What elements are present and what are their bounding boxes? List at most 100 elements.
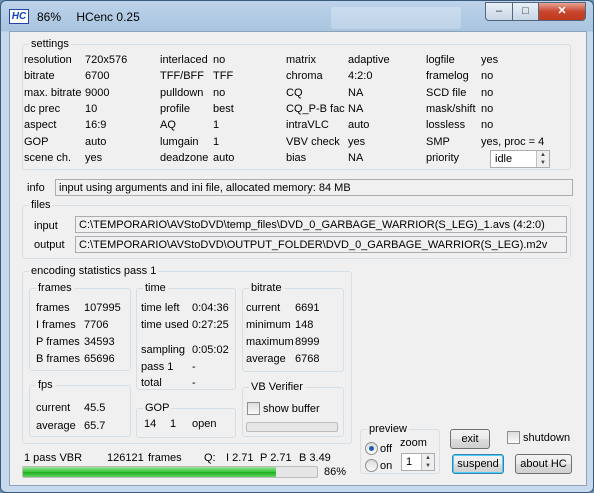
frames-stat-value: 34593 bbox=[84, 336, 115, 348]
setting-label: dc prec bbox=[24, 102, 61, 115]
setting-value: 10 bbox=[85, 102, 98, 115]
input-label: input bbox=[34, 220, 58, 232]
priority-select[interactable]: idle ▲ ▼ bbox=[490, 150, 550, 168]
frames-stat-label: P frames bbox=[36, 336, 80, 348]
setting-label: aspect bbox=[24, 119, 57, 132]
setting-label: SMP bbox=[426, 135, 450, 148]
window-title: 86% HCenc 0.25 bbox=[37, 10, 152, 24]
preview-on-radio[interactable] bbox=[365, 459, 378, 472]
setting-value: no bbox=[481, 70, 494, 83]
setting-value: auto bbox=[85, 135, 107, 148]
fps-stat-value: 65.7 bbox=[84, 420, 106, 432]
setting-label: CQ bbox=[286, 86, 303, 99]
show-buffer-checkbox[interactable] bbox=[247, 402, 260, 415]
title-percent: 86% bbox=[37, 10, 62, 24]
time-stat-label: pass 1 bbox=[141, 360, 174, 373]
about-button[interactable]: about HC bbox=[515, 454, 572, 474]
bitrate-stat-label: current bbox=[246, 302, 281, 314]
setting-value: adaptive bbox=[348, 54, 390, 66]
bitrate-stat-value: 8999 bbox=[295, 336, 320, 348]
shutdown-label: shutdown bbox=[523, 432, 571, 444]
setting-value: best bbox=[213, 102, 234, 115]
close-button[interactable]: ✕ bbox=[538, 2, 586, 21]
fps-stat-label: current bbox=[36, 402, 71, 414]
setting-value: TFF bbox=[213, 70, 234, 83]
setting-label: pulldown bbox=[160, 86, 204, 99]
setting-label: framelog bbox=[426, 70, 469, 83]
preview-off-radio[interactable] bbox=[365, 442, 378, 455]
setting-label: VBV check bbox=[286, 135, 340, 148]
minimize-button[interactable]: – bbox=[485, 2, 513, 21]
setting-label: priority bbox=[426, 151, 460, 164]
exit-button[interactable]: exit bbox=[450, 429, 490, 449]
frames-count: 126121 bbox=[107, 452, 144, 464]
suspend-button[interactable]: suspend bbox=[452, 454, 504, 474]
show-buffer-label: show buffer bbox=[263, 403, 320, 415]
title-app-name: HCenc 0.25 bbox=[76, 10, 140, 24]
maximize-button[interactable]: □ bbox=[512, 2, 539, 21]
time-stat-value: - bbox=[192, 360, 196, 373]
app-window: HC 86% HCenc 0.25 – □ ✕ settings resolut… bbox=[0, 0, 594, 493]
setting-label: GOP bbox=[24, 135, 49, 148]
setting-value: yes, proc = 4 bbox=[481, 135, 545, 148]
time-stat-value: 0:04:36 bbox=[192, 302, 229, 314]
setting-label: TFF/BFF bbox=[160, 70, 204, 83]
setting-value: no bbox=[481, 86, 494, 99]
hc-app-icon: HC bbox=[9, 9, 29, 24]
preview-off-label: off bbox=[380, 443, 393, 455]
setting-label: SCD file bbox=[426, 86, 467, 99]
setting-label: mask/shift bbox=[426, 102, 476, 115]
bitrate-stat-label: average bbox=[246, 353, 286, 365]
vb-verifier-bar bbox=[246, 422, 338, 432]
setting-value: 16:9 bbox=[85, 119, 107, 132]
zoom-stepper[interactable]: 1 ▲ ▼ bbox=[401, 453, 435, 471]
output-path-field[interactable]: C:\TEMPORARIO\AVStoDVD\OUTPUT_FOLDER\DVD… bbox=[75, 236, 567, 253]
setting-value: yes bbox=[348, 135, 366, 148]
frames-word: frames bbox=[148, 452, 182, 464]
shutdown-checkbox[interactable] bbox=[507, 431, 520, 444]
setting-value: NA bbox=[348, 86, 364, 99]
background-window-ghost bbox=[331, 7, 461, 29]
settings-group-label: settings bbox=[29, 38, 71, 51]
setting-value: yes bbox=[85, 151, 103, 164]
zoom-value: 1 bbox=[406, 456, 413, 468]
output-label: output bbox=[34, 239, 65, 251]
setting-label: lumgain bbox=[160, 135, 199, 148]
fps-stat-value: 45.5 bbox=[84, 402, 106, 414]
setting-value: 9000 bbox=[85, 86, 110, 99]
info-field: input using arguments and ini file, allo… bbox=[55, 179, 573, 196]
frames-stat-value: 65696 bbox=[84, 353, 115, 365]
time-stat-label: total bbox=[141, 377, 162, 389]
setting-label: interlaced bbox=[160, 54, 208, 66]
frames-stat-label: frames bbox=[36, 302, 70, 314]
bitrate-stat-label: maximum bbox=[246, 336, 294, 348]
title-bar[interactable]: HC 86% HCenc 0.25 – □ ✕ bbox=[1, 1, 593, 31]
frames-stat-label: B frames bbox=[36, 353, 81, 365]
setting-value: 1 bbox=[213, 135, 220, 148]
encoding-stats-label: encoding statistics pass 1 bbox=[29, 265, 159, 278]
spin-arrows-icon[interactable]: ▲ ▼ bbox=[536, 151, 549, 167]
quant-i: I 2.71 bbox=[226, 452, 254, 464]
bitrate-stat-value: 148 bbox=[295, 319, 314, 331]
setting-value: 1 bbox=[213, 119, 220, 132]
zoom-label: zoom bbox=[400, 437, 427, 449]
time-group-label: time bbox=[143, 282, 168, 295]
time-stat-value: 0:05:02 bbox=[192, 344, 229, 356]
setting-label: chroma bbox=[286, 70, 323, 83]
setting-label: deadzone bbox=[160, 151, 209, 164]
setting-label: matrix bbox=[286, 54, 316, 66]
setting-value: yes bbox=[481, 54, 499, 66]
input-path-field[interactable]: C:\TEMPORARIO\AVStoDVD\temp_files\DVD_0_… bbox=[75, 216, 567, 233]
setting-label: max. bitrate bbox=[24, 86, 82, 99]
zoom-spin-arrows-icon[interactable]: ▲ ▼ bbox=[421, 454, 434, 470]
priority-value: idle bbox=[495, 153, 513, 165]
setting-value: no bbox=[481, 102, 494, 115]
setting-value: 4:2:0 bbox=[348, 70, 373, 83]
encode-progress-fill bbox=[23, 467, 276, 477]
encode-progress-bar bbox=[22, 466, 318, 478]
progress-percent: 86% bbox=[324, 466, 347, 478]
quant-p: P 2.71 bbox=[260, 452, 292, 464]
setting-label: intraVLC bbox=[286, 119, 329, 132]
gop-group-label: GOP bbox=[143, 402, 172, 415]
bitrate-stat-label: minimum bbox=[246, 319, 291, 331]
